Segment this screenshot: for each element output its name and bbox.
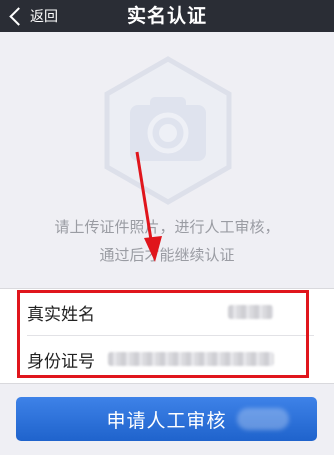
page-title: 实名认证 (126, 5, 207, 27)
camera-icon[interactable] (98, 53, 238, 208)
id-number-value-redacted (108, 352, 274, 366)
identity-form: 真实姓名 身份证号 (0, 288, 334, 384)
real-name-value-redacted (228, 305, 273, 319)
navigation-bar: 返回 实名认证 (0, 0, 334, 32)
submit-review-label: 申请人工审核 (106, 409, 227, 432)
submit-review-button[interactable]: 申请人工审核 (16, 397, 317, 441)
instruction-line-2: 通过后才能继续认证 (99, 246, 235, 264)
real-name-label: 真实姓名 (27, 304, 95, 325)
instruction-text: 请上传证件照片，进行人工审核， 通过后才能继续认证 (0, 213, 334, 269)
instruction-line-1: 请上传证件照片，进行人工审核， (54, 218, 280, 236)
watermark-smudge (237, 408, 289, 430)
